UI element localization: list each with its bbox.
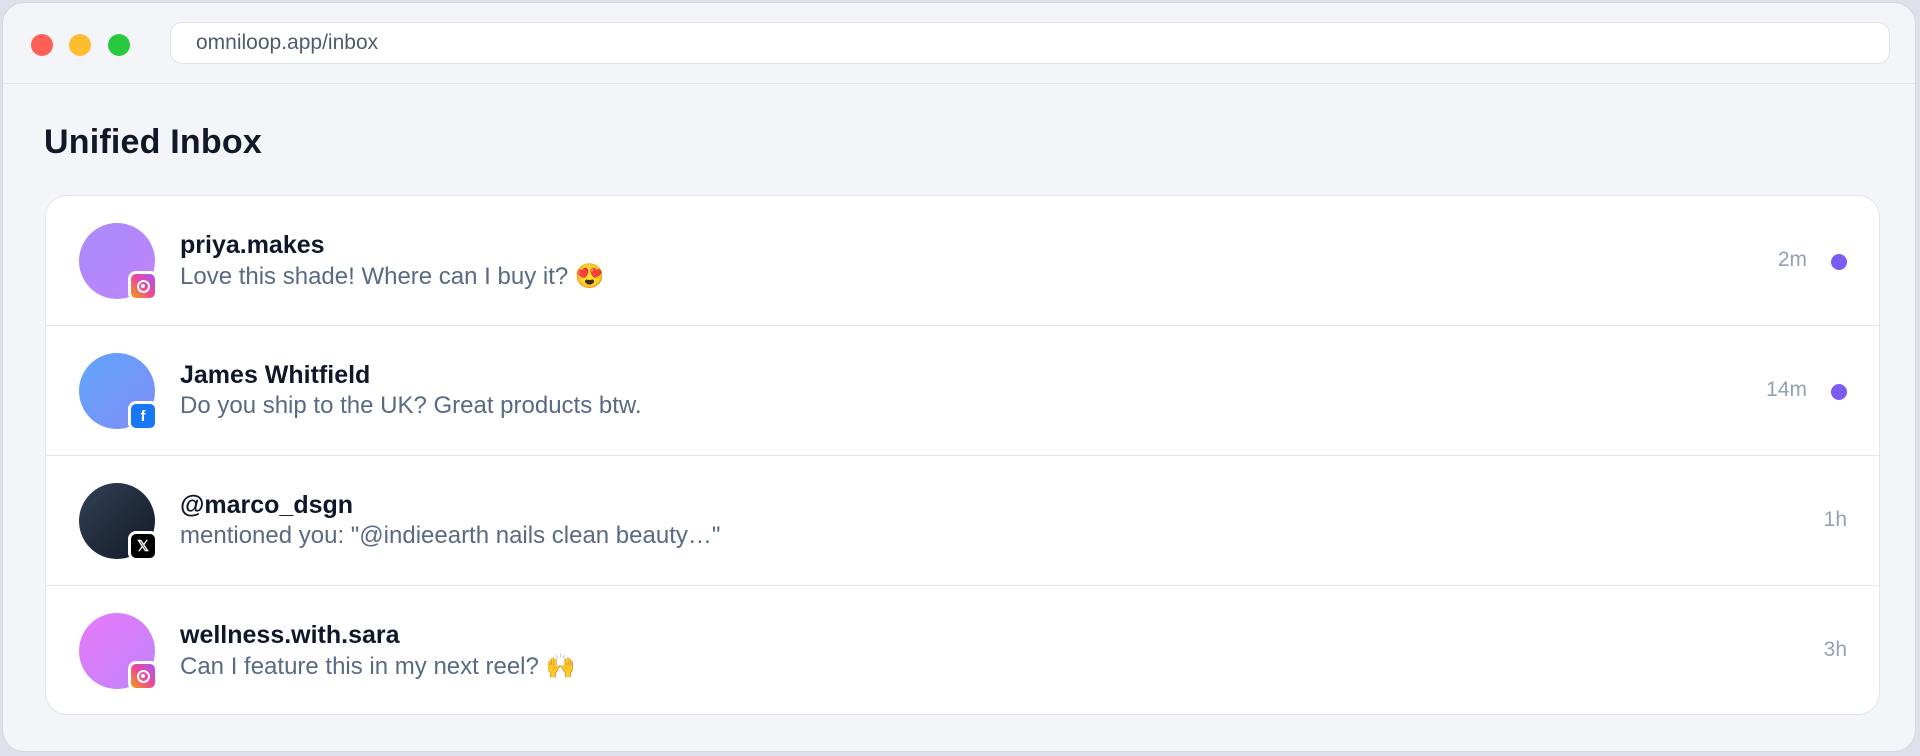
title-bar: omniloop.app/inbox bbox=[3, 3, 1915, 84]
maximize-window-button[interactable] bbox=[108, 34, 130, 56]
message-row[interactable]: f James Whitfield Do you ship to the UK?… bbox=[46, 326, 1879, 456]
page-title: Unified Inbox bbox=[44, 123, 262, 161]
sender-name: James Whitfield bbox=[180, 361, 371, 389]
sender-name: wellness.with.sara bbox=[180, 621, 400, 649]
unread-indicator bbox=[1831, 254, 1847, 270]
message-row[interactable]: 𝕏 @marco_dsgn mentioned you: "@indieeart… bbox=[46, 456, 1879, 586]
unread-indicator bbox=[1831, 384, 1847, 400]
facebook-icon: f bbox=[128, 401, 158, 431]
message-preview: Do you ship to the UK? Great products bt… bbox=[180, 392, 642, 419]
message-time: 14m bbox=[1766, 378, 1807, 401]
instagram-icon bbox=[128, 271, 158, 301]
address-bar[interactable]: omniloop.app/inbox bbox=[170, 22, 1890, 64]
close-window-button[interactable] bbox=[31, 34, 53, 56]
sender-name: priya.makes bbox=[180, 231, 325, 259]
x-icon: 𝕏 bbox=[128, 531, 158, 561]
browser-window: omniloop.app/inbox Unified Inbox priya.m… bbox=[2, 2, 1916, 752]
minimize-window-button[interactable] bbox=[69, 34, 91, 56]
message-row[interactable]: priya.makes Love this shade! Where can I… bbox=[46, 196, 1879, 326]
instagram-icon bbox=[128, 661, 158, 691]
message-list: priya.makes Love this shade! Where can I… bbox=[45, 195, 1880, 715]
sender-name: @marco_dsgn bbox=[180, 491, 354, 519]
message-time: 2m bbox=[1777, 248, 1807, 271]
message-preview: Can I feature this in my next reel? 🙌 bbox=[180, 653, 576, 680]
message-time: 1h bbox=[1823, 508, 1847, 531]
message-preview: Love this shade! Where can I buy it? 😍 bbox=[180, 263, 605, 290]
message-preview: mentioned you: "@indieearth nails clean … bbox=[180, 522, 721, 549]
message-row[interactable]: wellness.with.sara Can I feature this in… bbox=[46, 586, 1879, 714]
message-time: 3h bbox=[1823, 638, 1847, 661]
